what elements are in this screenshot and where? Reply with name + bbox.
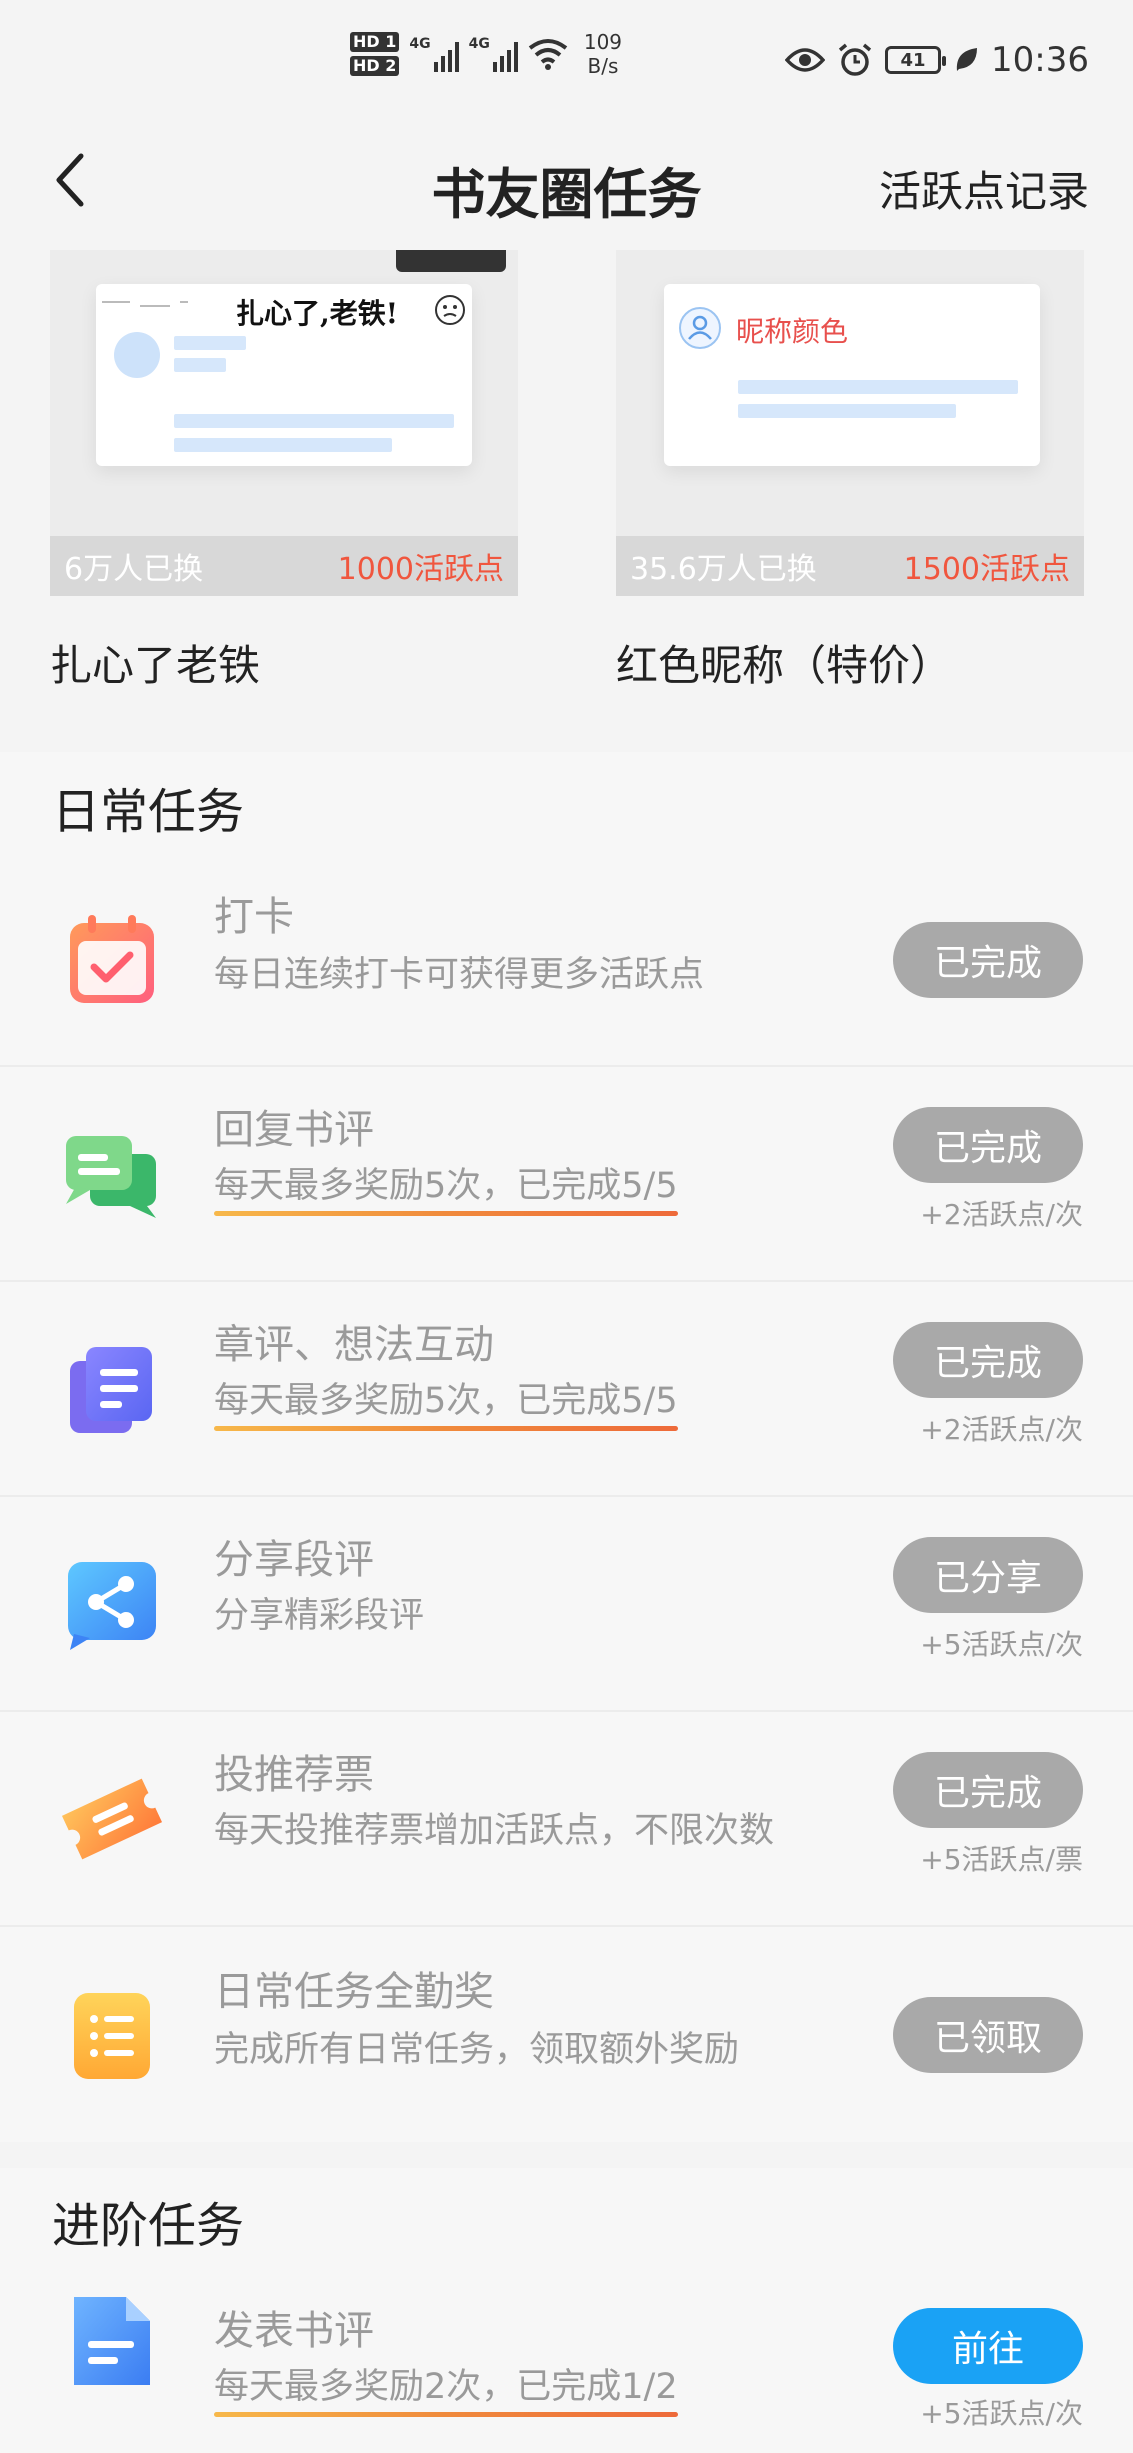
share-icon <box>68 1561 156 1650</box>
hd1-badge: HD 1 <box>350 32 400 52</box>
status-right-group: 41 10:36 <box>785 40 1089 80</box>
clock-time: 10:36 <box>991 40 1089 80</box>
reward-card[interactable]: 扎心了,老铁! 6万人已换 1000活跃点 扎心了老铁 <box>50 250 518 693</box>
nav-bar: 书友圈任务 活跃点记录 <box>0 120 1133 250</box>
status-network-group: HD 1 HD 2 4G 4G 109 B/s <box>350 30 622 78</box>
task-desc: 每天最多奖励5次，已完成5/5 <box>214 1372 678 1431</box>
task-row: 日常任务全勤奖 完成所有日常任务，领取额外奖励 已领取 <box>0 1927 1133 2142</box>
net-type-1: 4G <box>409 36 431 52</box>
speed-unit: B/s <box>587 54 619 78</box>
reward-name: 扎心了老铁 <box>50 641 261 690</box>
reward-name: 红色昵称（特价） <box>616 641 953 690</box>
battery-icon: 41 <box>885 46 947 74</box>
go-button[interactable]: 前往 <box>893 2308 1083 2384</box>
task-desc: 完成所有日常任务，领取额外奖励 <box>214 2030 740 2070</box>
signal-icon-2: 4G <box>469 36 518 72</box>
reward-preview: 扎心了,老铁! 6万人已换 1000活跃点 <box>50 250 518 596</box>
checklist-icon <box>74 1992 150 2079</box>
exchanged-count: 6万人已换 <box>64 552 204 587</box>
task-status-button[interactable]: 已完成 <box>893 1107 1083 1183</box>
alarm-icon <box>838 43 872 76</box>
preview-tag <box>396 250 506 272</box>
signal-icon: 4G <box>409 36 459 72</box>
task-desc: 每日连续打卡可获得更多活跃点 <box>214 955 705 995</box>
task-reward: +5活跃点/次 <box>920 2397 1083 2430</box>
points-cost: 1000活跃点 <box>337 552 504 587</box>
task-row: 回复书评 每天最多奖励5次，已完成5/5 已完成 +2活跃点/次 <box>0 1067 1133 1282</box>
hd2-badge: HD 2 <box>350 56 400 76</box>
task-name: 投推荐票 <box>214 1752 374 1798</box>
task-name: 回复书评 <box>214 1107 374 1153</box>
task-status-button[interactable]: 已完成 <box>893 1322 1083 1398</box>
rewards-section: 扎心了,老铁! 6万人已换 1000活跃点 扎心了老铁 昵称颜色 35.6万人已… <box>0 250 1133 728</box>
activity-record-link[interactable]: 活跃点记录 <box>879 158 1089 219</box>
task-status-button[interactable]: 已领取 <box>893 1997 1083 2073</box>
task-row: 发表书评 每天最多奖励2次，已完成1/2 前往 +5活跃点/次 <box>0 2268 1133 2453</box>
banner-text: 扎心了,老铁! <box>236 297 399 330</box>
net-type-2: 4G <box>468 36 490 52</box>
task-row: 分享段评 分享精彩段评 已分享 +5活跃点/次 <box>0 1497 1133 1712</box>
documents-icon <box>70 1346 152 1433</box>
task-name: 打卡 <box>214 894 294 940</box>
calendar-icon <box>70 914 154 1003</box>
task-status-button[interactable]: 已分享 <box>893 1537 1083 1613</box>
advanced-tasks-section: 进阶任务 发表书评 每天最多奖励2次，已完成1/2 前往 +5活跃点/次 <box>0 2168 1133 2453</box>
eye-icon <box>785 48 826 72</box>
task-status-button[interactable]: 已完成 <box>893 1752 1083 1828</box>
task-row: 章评、想法互动 每天最多奖励5次，已完成5/5 已完成 +2活跃点/次 <box>0 1282 1133 1497</box>
avatar-placeholder-icon <box>114 332 160 378</box>
task-reward: +2活跃点/次 <box>920 1198 1083 1231</box>
task-row: 打卡 每日连续打卡可获得更多活跃点 已完成 <box>0 852 1133 1067</box>
section-title: 日常任务 <box>52 784 245 840</box>
task-name: 章评、想法互动 <box>214 1322 494 1368</box>
ticket-icon <box>61 1778 163 1859</box>
task-name: 日常任务全勤奖 <box>214 1969 494 2015</box>
task-reward: +5活跃点/票 <box>920 1843 1083 1876</box>
points-cost: 1500活跃点 <box>903 552 1070 587</box>
task-name: 分享段评 <box>214 1537 374 1583</box>
reward-preview: 昵称颜色 35.6万人已换 1500活跃点 <box>616 250 1084 596</box>
task-desc: 分享精彩段评 <box>214 1596 425 1636</box>
task-name: 发表书评 <box>214 2308 374 2354</box>
leaf-icon <box>956 48 978 71</box>
chat-bubbles-icon <box>66 1135 156 1218</box>
wifi-icon <box>528 39 568 70</box>
network-speed: 109 B/s <box>584 30 622 78</box>
task-row: 投推荐票 每天投推荐票增加活跃点，不限次数 已完成 +5活跃点/票 <box>0 1712 1133 1927</box>
task-reward: +5活跃点/次 <box>920 1628 1083 1661</box>
section-title: 进阶任务 <box>52 2198 245 2254</box>
task-desc: 每天最多奖励5次，已完成5/5 <box>214 1157 678 1216</box>
task-status-button[interactable]: 已完成 <box>893 922 1083 998</box>
task-desc: 每天最多奖励2次，已完成1/2 <box>214 2358 678 2417</box>
task-desc: 每天投推荐票增加活跃点，不限次数 <box>214 1811 775 1851</box>
daily-tasks-section: 日常任务 打卡 每日连续打卡可获得更多活跃点 已完成 回复书评 每天最多奖励5次… <box>0 752 1133 2142</box>
emoji-face-icon <box>435 295 465 325</box>
banner-text: 昵称颜色 <box>736 315 849 348</box>
document-icon <box>74 2297 150 2385</box>
user-avatar-icon <box>679 307 721 349</box>
exchanged-count: 35.6万人已换 <box>630 552 817 587</box>
speed-value: 109 <box>583 30 623 54</box>
task-reward: +2活跃点/次 <box>920 1413 1083 1446</box>
decor-lines-icon <box>102 301 188 307</box>
reward-card[interactable]: 昵称颜色 35.6万人已换 1500活跃点 红色昵称（特价） <box>616 250 1084 693</box>
status-bar: HD 1 HD 2 4G 4G 109 B/s 41 10:36 <box>0 0 1133 120</box>
